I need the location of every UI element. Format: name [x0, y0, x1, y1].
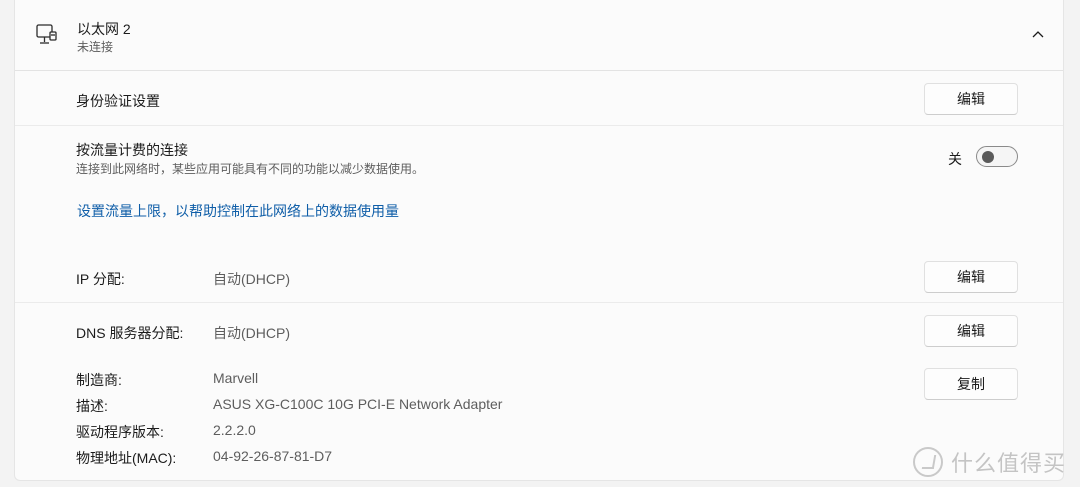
chevron-up-icon[interactable]: [1029, 26, 1047, 44]
ip-assignment-label: IP 分配:: [76, 271, 125, 287]
wired-network-icon: [36, 24, 57, 44]
connection-status: 未连接: [77, 40, 114, 54]
dns-edit-button[interactable]: 编辑: [924, 315, 1018, 347]
ethernet-settings-panel: 以太网 2 未连接 身份验证设置 编辑 按流量计费的连接 连接到此网络时，某些应…: [14, 0, 1064, 481]
metered-connection-label: 按流量计费的连接: [76, 142, 188, 158]
mac-address-value: 04-92-26-87-81-D7: [213, 448, 333, 464]
metered-connection-description: 连接到此网络时，某些应用可能具有不同的功能以减少数据使用。: [76, 162, 425, 176]
driver-version-label: 驱动程序版本:: [76, 424, 164, 440]
site-watermark: 什么值得买: [913, 446, 1066, 478]
copy-properties-button[interactable]: 复制: [924, 368, 1018, 400]
manufacturer-value: Marvell: [213, 370, 259, 386]
description-value: ASUS XG-C100C 10G PCI-E Network Adapter: [213, 396, 503, 412]
metered-toggle-state: 关: [948, 151, 962, 167]
ethernet-header[interactable]: 以太网 2 未连接: [15, 0, 1063, 71]
auth-edit-button[interactable]: 编辑: [924, 83, 1018, 115]
auth-settings-label: 身份验证设置: [76, 93, 160, 109]
metered-connection-toggle[interactable]: [976, 146, 1018, 167]
divider: [15, 125, 1063, 126]
dns-assignment-label: DNS 服务器分配:: [76, 325, 184, 341]
driver-version-value: 2.2.2.0: [213, 422, 256, 438]
network-name: 以太网 2: [77, 21, 131, 37]
watermark-logo-icon: [913, 447, 943, 477]
toggle-knob: [982, 151, 994, 163]
mac-address-label: 物理地址(MAC):: [76, 450, 177, 466]
description-label: 描述:: [76, 398, 108, 414]
divider: [15, 302, 1063, 303]
manufacturer-label: 制造商:: [76, 372, 122, 388]
watermark-text: 什么值得买: [951, 451, 1067, 476]
ip-assignment-value: 自动(DHCP): [213, 271, 290, 287]
data-limit-link[interactable]: 设置流量上限，以帮助控制在此网络上的数据使用量: [77, 201, 399, 221]
ip-edit-button[interactable]: 编辑: [924, 261, 1018, 293]
dns-assignment-value: 自动(DHCP): [213, 325, 290, 341]
